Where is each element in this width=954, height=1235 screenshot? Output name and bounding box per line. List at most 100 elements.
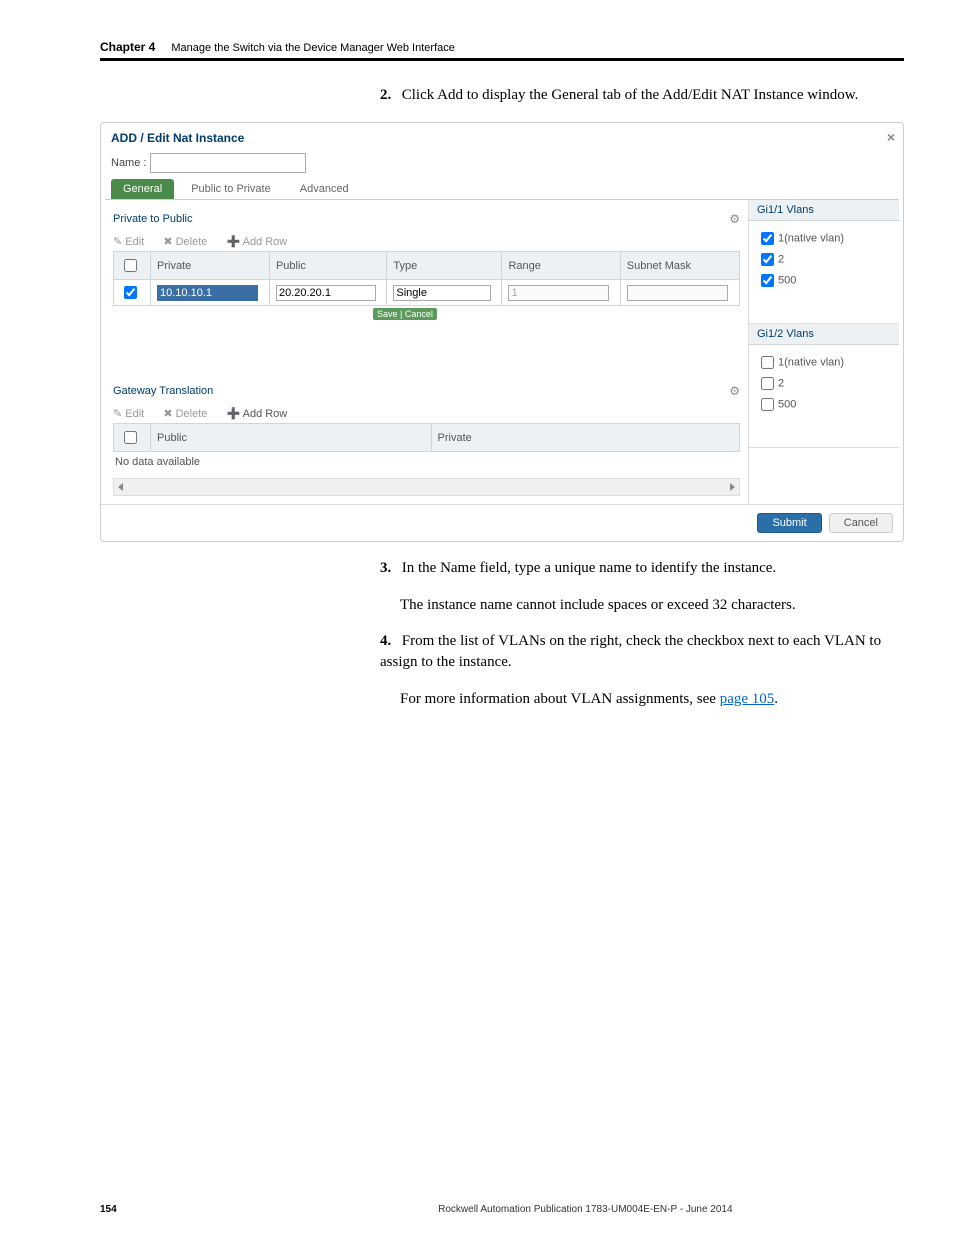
addrow-label: Add Row	[243, 236, 288, 248]
vlan-checkbox[interactable]	[761, 398, 774, 411]
chapter-title: Manage the Switch via the Device Manager…	[171, 42, 455, 54]
type-input[interactable]	[393, 285, 491, 301]
vlan-panel: Gi1/1 Vlans 1(native vlan) 2 500 Gi1/2 V…	[748, 200, 899, 504]
main-panel: Private to Public ⚙ ✎ Edit ✖ Delete ➕ Ad…	[105, 200, 748, 504]
delete-label: Delete	[176, 236, 208, 248]
vlan-checkbox[interactable]	[761, 232, 774, 245]
vlan-label: 2	[778, 253, 784, 265]
vlan-item[interactable]: 2	[757, 374, 891, 393]
dialog-title-bar: ADD / Edit Nat Instance ×	[101, 123, 903, 149]
add-row-button[interactable]: ➕ Add Row	[226, 236, 295, 248]
col-range: Range	[502, 252, 620, 280]
step-3-sub: The instance name cannot include spaces …	[400, 595, 904, 616]
private-to-public-table: Private Public Type Range Subnet Mask	[113, 251, 740, 306]
step-4: 4. From the list of VLANs on the right, …	[380, 631, 904, 673]
step-2: 2. Click Add to display the General tab …	[380, 85, 904, 106]
addrow-label: Add Row	[243, 408, 288, 420]
publication-info: Rockwell Automation Publication 1783-UM0…	[438, 1204, 732, 1215]
col-private: Private	[151, 252, 270, 280]
tab-general[interactable]: General	[111, 179, 174, 199]
range-input	[508, 285, 609, 301]
header-checkbox[interactable]	[124, 431, 137, 444]
tab-bar: General Public to Private Advanced	[101, 179, 903, 199]
edit-label: Edit	[125, 408, 144, 420]
gateway-table: Public Private	[113, 423, 740, 452]
gateway-translation-title: Gateway Translation ⚙	[113, 384, 740, 398]
step-number: 3.	[380, 558, 398, 579]
col-subnet: Subnet Mask	[620, 252, 739, 280]
no-data-label: No data available	[113, 452, 740, 472]
table-row[interactable]	[114, 280, 740, 306]
col-public: Public	[151, 424, 432, 452]
gear-icon[interactable]: ⚙	[729, 212, 740, 226]
edit-button[interactable]: ✎ Edit	[113, 236, 152, 248]
p2p-toolbar: ✎ Edit ✖ Delete ➕ Add Row	[113, 232, 740, 251]
vlan-checkbox[interactable]	[761, 253, 774, 266]
submit-button[interactable]: Submit	[757, 513, 821, 533]
delete-button[interactable]: ✖ Delete	[163, 408, 215, 420]
name-input[interactable]	[150, 153, 306, 173]
header-checkbox[interactable]	[124, 259, 137, 272]
step-number: 2.	[380, 85, 398, 106]
vlan-checkbox[interactable]	[761, 356, 774, 369]
step-body: From the list of VLANs on the right, che…	[380, 633, 881, 670]
dialog-body: Private to Public ⚙ ✎ Edit ✖ Delete ➕ Ad…	[105, 199, 899, 504]
horizontal-scrollbar[interactable]	[113, 478, 740, 496]
step-number: 4.	[380, 631, 398, 652]
dialog-title: ADD / Edit Nat Instance	[111, 131, 244, 145]
name-row: Name :	[101, 149, 903, 179]
chapter-label: Chapter 4	[100, 40, 155, 54]
vlan-label: 1(native vlan)	[778, 232, 844, 244]
add-row-button[interactable]: ➕ Add Row	[226, 408, 295, 420]
page-number: 154	[100, 1204, 117, 1215]
step-4-sub-suffix: .	[774, 691, 778, 707]
step-3: 3. In the Name field, type a unique name…	[380, 558, 904, 579]
step-4-sub-prefix: For more information about VLAN assignme…	[400, 691, 720, 707]
vlan-checkbox[interactable]	[761, 377, 774, 390]
tab-public-to-private[interactable]: Public to Private	[179, 179, 282, 199]
section-label: Private to Public	[113, 213, 192, 225]
page-link[interactable]: page 105	[720, 691, 775, 707]
subnet-input	[627, 285, 729, 301]
step-4-sub: For more information about VLAN assignme…	[400, 689, 904, 710]
vlan-item[interactable]: 500	[757, 395, 891, 414]
private-input[interactable]	[157, 285, 258, 301]
col-checkbox	[114, 424, 151, 452]
vlan-item[interactable]: 1(native vlan)	[757, 229, 891, 248]
delete-label: Delete	[176, 408, 208, 420]
gi11-vlan-list: 1(native vlan) 2 500	[749, 221, 899, 324]
edit-label: Edit	[125, 236, 144, 248]
col-private: Private	[431, 424, 739, 452]
vlan-item[interactable]: 2	[757, 250, 891, 269]
gi11-vlans-header: Gi1/1 Vlans	[749, 200, 899, 221]
edit-button[interactable]: ✎ Edit	[113, 408, 152, 420]
col-type: Type	[387, 252, 502, 280]
page-header: Chapter 4 Manage the Switch via the Devi…	[100, 40, 904, 61]
step-body: In the Name field, type a unique name to…	[402, 560, 776, 576]
vlan-label: 500	[778, 398, 796, 410]
gi12-vlan-list: 1(native vlan) 2 500	[749, 345, 899, 448]
col-public: Public	[269, 252, 386, 280]
gi12-vlans-header: Gi1/2 Vlans	[749, 324, 899, 345]
close-icon[interactable]: ×	[887, 129, 895, 145]
cancel-button[interactable]: Cancel	[829, 513, 893, 533]
add-edit-nat-dialog: ADD / Edit Nat Instance × Name : General…	[100, 122, 904, 542]
row-checkbox[interactable]	[124, 286, 137, 299]
page-footer: 154 Rockwell Automation Publication 1783…	[100, 1204, 904, 1215]
vlan-label: 1(native vlan)	[778, 356, 844, 368]
tab-advanced[interactable]: Advanced	[288, 179, 361, 199]
private-to-public-title: Private to Public ⚙	[113, 212, 740, 226]
gear-icon[interactable]: ⚙	[729, 384, 740, 398]
step-body: Click Add to display the General tab of …	[402, 87, 859, 103]
public-input[interactable]	[276, 285, 376, 301]
vlan-checkbox[interactable]	[761, 274, 774, 287]
vlan-item[interactable]: 1(native vlan)	[757, 353, 891, 372]
col-checkbox	[114, 252, 151, 280]
dialog-footer: Submit Cancel	[101, 504, 903, 541]
gateway-toolbar: ✎ Edit ✖ Delete ➕ Add Row	[113, 404, 740, 423]
save-cancel-pill[interactable]: Save | Cancel	[373, 308, 437, 320]
vlan-item[interactable]: 500	[757, 271, 891, 290]
section-label: Gateway Translation	[113, 385, 213, 397]
vlan-label: 500	[778, 274, 796, 286]
delete-button[interactable]: ✖ Delete	[163, 236, 215, 248]
